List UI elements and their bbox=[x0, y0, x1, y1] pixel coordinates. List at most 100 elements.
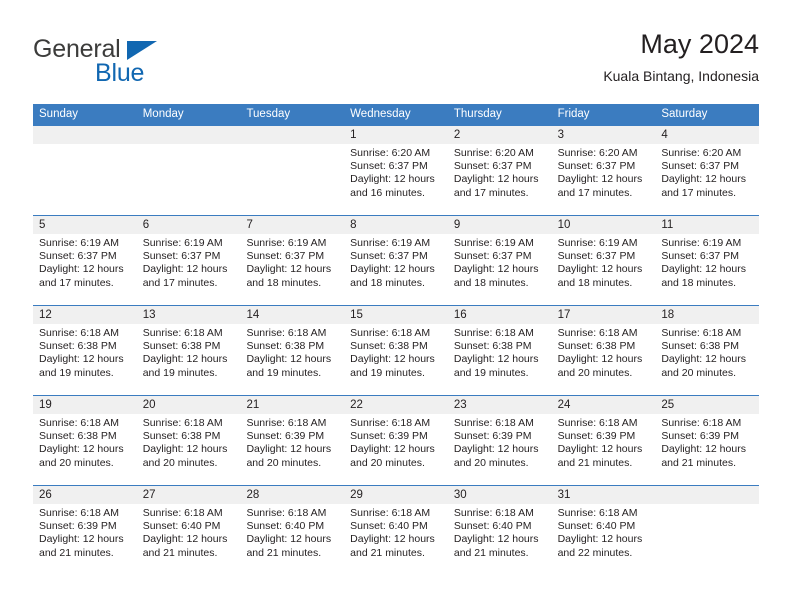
day-cell[interactable] bbox=[33, 126, 137, 215]
day-cell[interactable] bbox=[240, 126, 345, 215]
sunrise-text: Sunrise: 6:18 AM bbox=[557, 507, 638, 519]
weekday-header-friday: Friday bbox=[557, 108, 590, 120]
day-cell[interactable]: 18 Sunrise: 6:18 AM Sunset: 6:38 PM Dayl… bbox=[655, 306, 760, 395]
day-cell[interactable]: 5 Sunrise: 6:19 AM Sunset: 6:37 PM Dayli… bbox=[33, 216, 137, 305]
sunset-text: Sunset: 6:37 PM bbox=[557, 160, 636, 173]
sunset-text: Sunset: 6:38 PM bbox=[350, 340, 428, 353]
day-details: Sunrise: 6:18 AM Sunset: 6:38 PM Dayligh… bbox=[344, 324, 448, 380]
sunrise-text: Sunrise: 6:20 AM bbox=[453, 147, 534, 159]
sunrise-text: Sunrise: 6:19 AM bbox=[350, 237, 431, 249]
week-row: 26 Sunrise: 6:18 AM Sunset: 6:39 PM Dayl… bbox=[33, 485, 760, 575]
daylight-text-line1: Daylight: 12 hours bbox=[142, 353, 228, 366]
daylight-text-line1: Daylight: 12 hours bbox=[246, 443, 332, 456]
day-cell[interactable]: 27 Sunrise: 6:18 AM Sunset: 6:40 PM Dayl… bbox=[136, 486, 241, 575]
sunrise-text: Sunrise: 6:18 AM bbox=[246, 327, 327, 339]
day-number bbox=[655, 486, 760, 504]
daylight-text-line2: and 20 minutes. bbox=[453, 456, 529, 469]
sunset-text: Sunset: 6:37 PM bbox=[453, 160, 532, 173]
daylight-text-line2: and 18 minutes. bbox=[246, 276, 322, 289]
sunrise-text: Sunrise: 6:20 AM bbox=[350, 147, 431, 159]
daylight-text-line1: Daylight: 12 hours bbox=[39, 263, 124, 276]
sunrise-text: Sunrise: 6:18 AM bbox=[142, 507, 223, 519]
day-cell[interactable] bbox=[655, 486, 760, 575]
general-blue-logo[interactable]: General Blue bbox=[33, 36, 273, 92]
daylight-text-line1: Daylight: 12 hours bbox=[453, 443, 539, 456]
day-cell[interactable]: 19 Sunrise: 6:18 AM Sunset: 6:38 PM Dayl… bbox=[33, 396, 137, 485]
day-details: Sunrise: 6:18 AM Sunset: 6:39 PM Dayligh… bbox=[33, 504, 137, 560]
day-number: 14 bbox=[240, 306, 345, 324]
sunrise-text: Sunrise: 6:19 AM bbox=[453, 237, 534, 249]
daylight-text-line1: Daylight: 12 hours bbox=[39, 443, 124, 456]
daylight-text-line2: and 21 minutes. bbox=[142, 546, 218, 559]
day-cell[interactable]: 9 Sunrise: 6:19 AM Sunset: 6:37 PM Dayli… bbox=[447, 216, 552, 305]
day-cell[interactable]: 21 Sunrise: 6:18 AM Sunset: 6:39 PM Dayl… bbox=[240, 396, 345, 485]
day-cell[interactable]: 12 Sunrise: 6:18 AM Sunset: 6:38 PM Dayl… bbox=[33, 306, 137, 395]
sunset-text: Sunset: 6:37 PM bbox=[350, 250, 428, 263]
daylight-text-line2: and 19 minutes. bbox=[350, 366, 425, 379]
page-title: May 2024 bbox=[640, 29, 759, 59]
daylight-text-line2: and 17 minutes. bbox=[661, 186, 737, 199]
day-cell[interactable]: 22 Sunrise: 6:18 AM Sunset: 6:39 PM Dayl… bbox=[344, 396, 448, 485]
day-cell[interactable]: 1 Sunrise: 6:20 AM Sunset: 6:37 PM Dayli… bbox=[344, 126, 448, 215]
daylight-text-line2: and 21 minutes. bbox=[661, 456, 737, 469]
day-details: Sunrise: 6:18 AM Sunset: 6:40 PM Dayligh… bbox=[240, 504, 344, 560]
day-cell[interactable]: 20 Sunrise: 6:18 AM Sunset: 6:38 PM Dayl… bbox=[136, 396, 241, 485]
day-details: Sunrise: 6:19 AM Sunset: 6:37 PM Dayligh… bbox=[240, 234, 344, 290]
day-cell[interactable]: 13 Sunrise: 6:18 AM Sunset: 6:38 PM Dayl… bbox=[136, 306, 241, 395]
day-cell[interactable]: 15 Sunrise: 6:18 AM Sunset: 6:38 PM Dayl… bbox=[344, 306, 448, 395]
sunset-text: Sunset: 6:40 PM bbox=[453, 520, 532, 533]
day-cell[interactable]: 6 Sunrise: 6:19 AM Sunset: 6:37 PM Dayli… bbox=[136, 216, 241, 305]
day-number: 28 bbox=[240, 486, 345, 504]
daylight-text-line1: Daylight: 12 hours bbox=[661, 263, 746, 276]
day-details: Sunrise: 6:19 AM Sunset: 6:37 PM Dayligh… bbox=[655, 234, 759, 290]
sunrise-text: Sunrise: 6:18 AM bbox=[142, 417, 223, 429]
day-cell[interactable]: 24 Sunrise: 6:18 AM Sunset: 6:39 PM Dayl… bbox=[551, 396, 656, 485]
day-cell[interactable]: 28 Sunrise: 6:18 AM Sunset: 6:40 PM Dayl… bbox=[240, 486, 345, 575]
logo-word-general: General bbox=[33, 35, 121, 63]
daylight-text-line2: and 18 minutes. bbox=[453, 276, 529, 289]
day-cell[interactable]: 2 Sunrise: 6:20 AM Sunset: 6:37 PM Dayli… bbox=[447, 126, 552, 215]
day-cell[interactable]: 4 Sunrise: 6:20 AM Sunset: 6:37 PM Dayli… bbox=[655, 126, 760, 215]
day-cell[interactable]: 7 Sunrise: 6:19 AM Sunset: 6:37 PM Dayli… bbox=[240, 216, 345, 305]
day-details bbox=[33, 144, 137, 147]
day-number: 19 bbox=[33, 396, 137, 414]
day-cell[interactable]: 8 Sunrise: 6:19 AM Sunset: 6:37 PM Dayli… bbox=[344, 216, 448, 305]
sunrise-text: Sunrise: 6:19 AM bbox=[557, 237, 638, 249]
daylight-text-line1: Daylight: 12 hours bbox=[453, 533, 539, 546]
day-number: 12 bbox=[33, 306, 137, 324]
day-cell[interactable]: 31 Sunrise: 6:18 AM Sunset: 6:40 PM Dayl… bbox=[551, 486, 656, 575]
day-details: Sunrise: 6:18 AM Sunset: 6:38 PM Dayligh… bbox=[655, 324, 759, 380]
day-number bbox=[240, 126, 345, 144]
day-cell[interactable]: 23 Sunrise: 6:18 AM Sunset: 6:39 PM Dayl… bbox=[447, 396, 552, 485]
location-subtitle: Kuala Bintang, Indonesia bbox=[603, 68, 759, 84]
day-number: 5 bbox=[33, 216, 137, 234]
page-header: General Blue May 2024 Kuala Bintang, Ind… bbox=[33, 28, 759, 94]
daylight-text-line2: and 18 minutes. bbox=[661, 276, 737, 289]
day-details: Sunrise: 6:18 AM Sunset: 6:39 PM Dayligh… bbox=[344, 414, 448, 470]
day-cell[interactable]: 17 Sunrise: 6:18 AM Sunset: 6:38 PM Dayl… bbox=[551, 306, 656, 395]
day-cell[interactable]: 3 Sunrise: 6:20 AM Sunset: 6:37 PM Dayli… bbox=[551, 126, 656, 215]
day-cell[interactable]: 30 Sunrise: 6:18 AM Sunset: 6:40 PM Dayl… bbox=[447, 486, 552, 575]
day-number: 27 bbox=[136, 486, 241, 504]
day-cell[interactable]: 16 Sunrise: 6:18 AM Sunset: 6:38 PM Dayl… bbox=[447, 306, 552, 395]
daylight-text-line2: and 22 minutes. bbox=[557, 546, 633, 559]
day-cell[interactable]: 14 Sunrise: 6:18 AM Sunset: 6:38 PM Dayl… bbox=[240, 306, 345, 395]
day-details: Sunrise: 6:18 AM Sunset: 6:40 PM Dayligh… bbox=[552, 504, 656, 560]
day-number: 8 bbox=[344, 216, 448, 234]
week-row: 19 Sunrise: 6:18 AM Sunset: 6:38 PM Dayl… bbox=[33, 395, 760, 485]
day-details: Sunrise: 6:19 AM Sunset: 6:37 PM Dayligh… bbox=[344, 234, 448, 290]
day-cell[interactable] bbox=[136, 126, 241, 215]
daylight-text-line2: and 18 minutes. bbox=[350, 276, 425, 289]
day-cell[interactable]: 11 Sunrise: 6:19 AM Sunset: 6:37 PM Dayl… bbox=[655, 216, 760, 305]
day-cell[interactable]: 26 Sunrise: 6:18 AM Sunset: 6:39 PM Dayl… bbox=[33, 486, 137, 575]
weekday-header-thursday: Thursday bbox=[453, 108, 502, 120]
daylight-text-line2: and 19 minutes. bbox=[246, 366, 322, 379]
sunset-text: Sunset: 6:38 PM bbox=[39, 430, 117, 443]
day-details: Sunrise: 6:18 AM Sunset: 6:38 PM Dayligh… bbox=[448, 324, 552, 380]
day-cell[interactable]: 29 Sunrise: 6:18 AM Sunset: 6:40 PM Dayl… bbox=[344, 486, 448, 575]
day-cell[interactable]: 10 Sunrise: 6:19 AM Sunset: 6:37 PM Dayl… bbox=[551, 216, 656, 305]
day-number: 30 bbox=[447, 486, 552, 504]
daylight-text-line2: and 21 minutes. bbox=[453, 546, 529, 559]
sunset-text: Sunset: 6:40 PM bbox=[246, 520, 325, 533]
day-cell[interactable]: 25 Sunrise: 6:18 AM Sunset: 6:39 PM Dayl… bbox=[655, 396, 760, 485]
